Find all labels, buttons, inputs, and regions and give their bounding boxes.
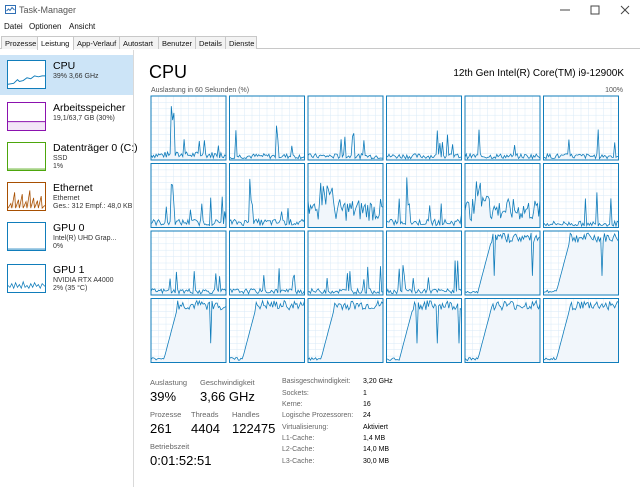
core-graph-17: [543, 230, 619, 296]
core-graph-7: [229, 163, 305, 228]
prop-key-l3: L3-Cache:: [282, 458, 315, 465]
speed-label: Geschwindigkeit: [200, 378, 255, 387]
core-graph-3: [386, 95, 462, 161]
core-graph-22: [464, 298, 541, 363]
core-graph-1: [229, 95, 305, 161]
core-graph-21: [386, 298, 462, 363]
core-graph-10: [464, 163, 541, 228]
core-graph-6: [150, 163, 227, 228]
core-graph-23: [543, 298, 619, 363]
core-graph-2: [307, 95, 384, 161]
uptime-value: 0:01:52:51: [150, 453, 212, 468]
prop-key-logical: Logische Prozessoren:: [282, 412, 354, 419]
prop-key-l1: L1-Cache:: [282, 435, 315, 442]
processes-value: 261: [150, 421, 172, 436]
prop-key-sockets: Sockets:: [282, 390, 309, 397]
core-graph-12: [150, 230, 227, 296]
threads-value: 4404: [191, 421, 220, 436]
core-graph-13: [229, 230, 305, 296]
core-graph-8: [307, 163, 384, 228]
prop-value-l2: 14,0 MB: [363, 446, 390, 453]
utilization-label: Auslastung: [150, 378, 188, 387]
prop-key-cores: Kerne:: [282, 401, 303, 408]
prop-value-base-speed: 3,20 GHz: [363, 378, 393, 385]
prop-value-cores: 16: [363, 401, 371, 408]
handles-label: Handles: [232, 410, 260, 419]
prop-key-l2: L2-Cache:: [282, 446, 315, 453]
uptime-label: Betriebszeit: [150, 442, 190, 451]
core-graph-4: [464, 95, 541, 161]
prop-value-virtualization: Aktiviert: [363, 424, 388, 431]
prop-value-logical: 24: [363, 412, 371, 419]
threads-label: Threads: [191, 410, 219, 419]
core-graph-19: [229, 298, 305, 363]
core-graph-15: [386, 230, 462, 296]
core-graph-14: [307, 230, 384, 296]
core-graph-18: [150, 298, 227, 363]
speed-value: 3,66 GHz: [200, 389, 255, 404]
prop-value-sockets: 1: [363, 390, 367, 397]
core-graph-16: [464, 230, 541, 296]
prop-key-virtualization: Virtualisierung:: [282, 424, 329, 431]
prop-value-l3: 30,0 MB: [363, 458, 390, 465]
utilization-value: 39%: [150, 389, 177, 404]
core-graph-0: [150, 95, 227, 161]
processes-label: Prozesse: [150, 410, 182, 419]
core-graph-20: [307, 298, 384, 363]
core-graph-5: [543, 95, 619, 161]
core-graph-9: [386, 163, 462, 228]
core-graph-11: [543, 163, 619, 228]
handles-value: 122475: [232, 421, 276, 436]
prop-value-l1: 1,4 MB: [363, 435, 386, 442]
prop-key-base-speed: Basisgeschwindigkeit:: [282, 378, 351, 385]
